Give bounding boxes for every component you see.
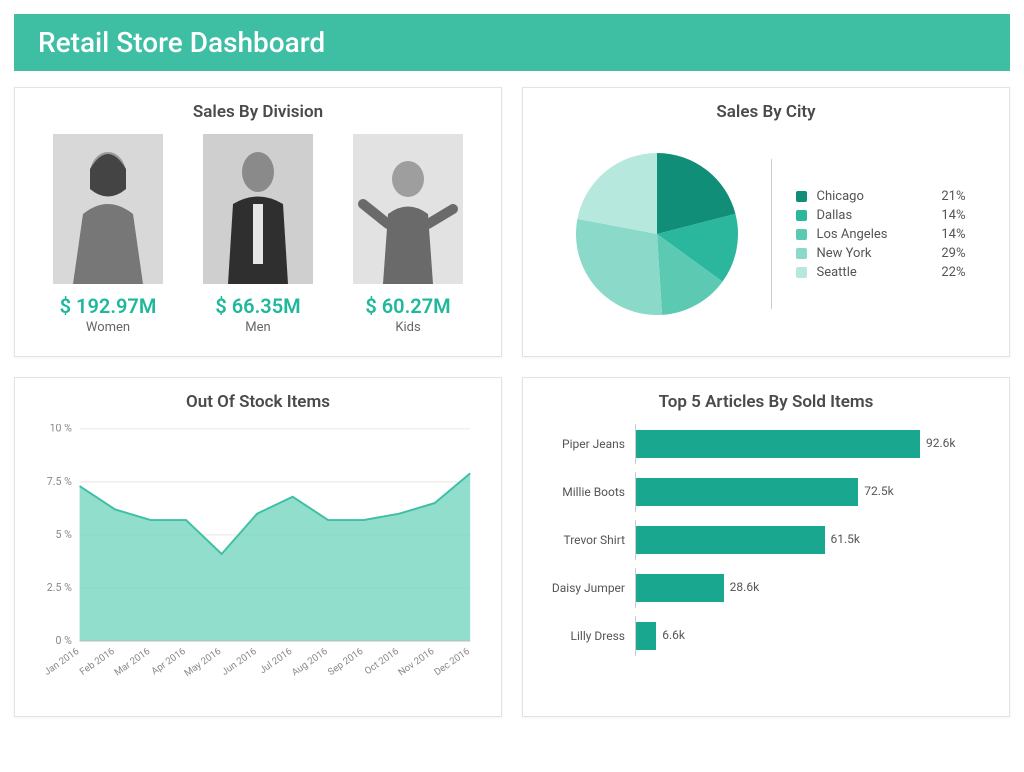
y-axis-tick: 0 % bbox=[56, 634, 73, 647]
division-value: $ 66.35M bbox=[193, 294, 323, 318]
area-chart: 0 % 2.5 % 5 % 7.5 % 10 % Jan 2016Feb 2016Mar … bbox=[33, 424, 483, 694]
card-sales-by-city: Sales By City Chicago21%Dallas14%Los Ang… bbox=[522, 87, 1010, 357]
legend-row[interactable]: Dallas 14% bbox=[796, 208, 966, 223]
legend-swatch bbox=[796, 267, 807, 278]
legend-label: Seattle bbox=[817, 265, 920, 280]
bar-fill[interactable] bbox=[636, 526, 825, 554]
bar-fill[interactable] bbox=[636, 574, 724, 602]
bar-row: Lilly Dress 6.6k bbox=[541, 616, 991, 656]
dashboard-header: Retail Store Dashboard bbox=[14, 14, 1010, 71]
division-value: $ 60.27M bbox=[343, 294, 473, 318]
area-chart-wrap: 0 % 2.5 % 5 % 7.5 % 10 % Jan 2016Feb 2016Mar … bbox=[33, 424, 483, 694]
bar-fill[interactable] bbox=[636, 478, 858, 506]
card-sales-by-division: Sales By Division $ 192.97M Women bbox=[14, 87, 502, 357]
legend-percent: 14% bbox=[930, 208, 966, 223]
legend-swatch bbox=[796, 210, 807, 221]
division-label: Women bbox=[43, 320, 173, 335]
x-axis-tick: Nov 2016 bbox=[396, 646, 436, 679]
legend-row[interactable]: New York 29% bbox=[796, 246, 966, 261]
legend-divider bbox=[771, 159, 772, 309]
division-value: $ 192.97M bbox=[43, 294, 173, 318]
x-axis-tick: May 2016 bbox=[182, 646, 223, 679]
horizontal-bar-chart: Piper Jeans 92.6k Millie Boots 72.5k Trevor … bbox=[541, 424, 991, 704]
division-men: $ 66.35M Men bbox=[193, 134, 323, 335]
legend-label: New York bbox=[817, 246, 920, 261]
x-axis-tick: Sep 2016 bbox=[326, 646, 365, 678]
card-out-of-stock: Out Of Stock Items 0 % 2.5 % 5 % 7.5 % 10 % J… bbox=[14, 377, 502, 717]
division-label: Kids bbox=[343, 320, 473, 335]
bar-row: Piper Jeans 92.6k bbox=[541, 424, 991, 464]
bar-track: 28.6k bbox=[636, 568, 991, 608]
division-label: Men bbox=[193, 320, 323, 335]
legend-row[interactable]: Seattle 22% bbox=[796, 265, 966, 280]
bar-value: 61.5k bbox=[831, 532, 860, 546]
bar-value: 6.6k bbox=[662, 628, 685, 642]
pie-chart bbox=[567, 144, 747, 324]
card-title: Sales By City bbox=[541, 102, 991, 122]
bar-label: Piper Jeans bbox=[541, 424, 636, 464]
legend-swatch bbox=[796, 248, 807, 259]
legend-percent: 14% bbox=[930, 227, 966, 242]
division-women: $ 192.97M Women bbox=[43, 134, 173, 335]
division-kids: $ 60.27M Kids bbox=[343, 134, 473, 335]
area-fill bbox=[80, 473, 471, 641]
dashboard-title: Retail Store Dashboard bbox=[38, 26, 325, 59]
bar-track: 92.6k bbox=[636, 424, 991, 464]
y-axis-tick: 2.5 % bbox=[47, 581, 72, 594]
division-row: $ 192.97M Women $ 66.35M Men bbox=[33, 134, 483, 335]
legend-swatch bbox=[796, 191, 807, 202]
legend-percent: 29% bbox=[930, 246, 966, 261]
pie-wrap: Chicago 21% Dallas 14% Los Angeles 14% New Yor… bbox=[541, 134, 991, 334]
x-axis-tick: Feb 2016 bbox=[78, 646, 117, 678]
x-axis-tick: Jan 2016 bbox=[42, 646, 81, 678]
pie-legend: Chicago 21% Dallas 14% Los Angeles 14% New Yor… bbox=[796, 185, 966, 284]
y-axis-tick: 5 % bbox=[56, 528, 73, 541]
legend-label: Chicago bbox=[817, 189, 920, 204]
bar-track: 6.6k bbox=[636, 616, 991, 656]
legend-row[interactable]: Los Angeles 14% bbox=[796, 227, 966, 242]
bar-value: 28.6k bbox=[730, 580, 759, 594]
legend-label: Dallas bbox=[817, 208, 920, 223]
card-title: Sales By Division bbox=[33, 102, 483, 122]
x-axis-tick: Jun 2016 bbox=[220, 646, 259, 678]
y-axis-tick: 10 % bbox=[50, 424, 73, 435]
bar-label: Millie Boots bbox=[541, 472, 636, 512]
bar-label: Daisy Jumper bbox=[541, 568, 636, 608]
bar-row: Millie Boots 72.5k bbox=[541, 472, 991, 512]
x-axis-tick: Aug 2016 bbox=[290, 646, 330, 679]
bar-track: 72.5k bbox=[636, 472, 991, 512]
x-axis-tick: Jul 2016 bbox=[258, 646, 295, 676]
x-axis-tick: Mar 2016 bbox=[112, 646, 152, 678]
card-top-articles: Top 5 Articles By Sold Items Piper Jeans… bbox=[522, 377, 1010, 717]
bar-label: Trevor Shirt bbox=[541, 520, 636, 560]
bar-track: 61.5k bbox=[636, 520, 991, 560]
x-axis-tick: Dec 2016 bbox=[432, 646, 471, 678]
bar-row: Trevor Shirt 61.5k bbox=[541, 520, 991, 560]
dashboard-grid: Sales By Division $ 192.97M Women bbox=[14, 87, 1010, 717]
x-axis-tick: Apr 2016 bbox=[150, 646, 188, 677]
pie-slice[interactable] bbox=[576, 219, 662, 315]
card-title: Out Of Stock Items bbox=[33, 392, 483, 412]
y-axis-tick: 7.5 % bbox=[47, 475, 72, 488]
legend-percent: 21% bbox=[930, 189, 966, 204]
division-image-women bbox=[53, 134, 163, 284]
bar-value: 72.5k bbox=[864, 484, 893, 498]
legend-percent: 22% bbox=[930, 265, 966, 280]
x-axis-tick: Oct 2016 bbox=[363, 646, 401, 677]
bar-row: Daisy Jumper 28.6k bbox=[541, 568, 991, 608]
legend-row[interactable]: Chicago 21% bbox=[796, 189, 966, 204]
bar-fill[interactable] bbox=[636, 430, 920, 458]
division-image-men bbox=[203, 134, 313, 284]
legend-swatch bbox=[796, 229, 807, 240]
bar-label: Lilly Dress bbox=[541, 616, 636, 656]
legend-label: Los Angeles bbox=[817, 227, 920, 242]
division-image-kids bbox=[353, 134, 463, 284]
bar-fill[interactable] bbox=[636, 622, 656, 650]
card-title: Top 5 Articles By Sold Items bbox=[541, 392, 991, 412]
bar-value: 92.6k bbox=[926, 436, 955, 450]
